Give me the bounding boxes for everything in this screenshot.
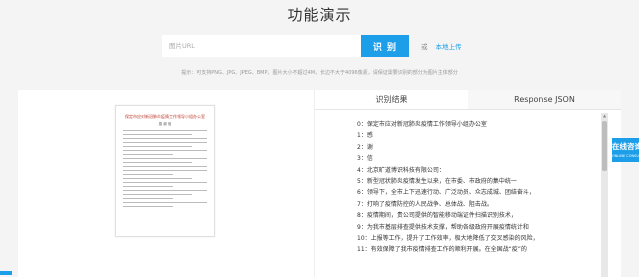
recognize-button[interactable]: 识 别 <box>361 35 409 57</box>
results-list: 0：保定市应对新冠肺炎疫情工作领导小组办公室 1：感 2：谢 3：信 4：北京旷… <box>315 111 621 277</box>
scroll-thumb[interactable] <box>602 121 607 171</box>
doc-text-line <box>123 206 174 207</box>
doc-text-line <box>123 130 207 131</box>
page-title: 功能演示 <box>287 6 352 24</box>
scroll-up-icon[interactable]: ▲ <box>601 113 608 119</box>
tab-response-json[interactable]: Response JSON <box>468 90 621 109</box>
corner-accent <box>0 271 12 275</box>
tab-recognition-result[interactable]: 识别结果 <box>315 90 468 109</box>
doc-text-line <box>123 158 207 159</box>
url-input[interactable] <box>162 35 361 57</box>
result-line: 5：新型冠状肺炎疫情发生以来，在市委、市政府的集中统一 <box>357 178 517 186</box>
consult-label: 在线咨询 <box>612 142 639 151</box>
online-consult-button[interactable]: 在线咨询 ONLINE CONSULTATION <box>612 138 639 162</box>
document-thumbnail: 保定市应对新冠肺炎疫情工作领导小组办公室 感 谢 信 <box>115 105 215 237</box>
result-line: 4：北京旷道博识科技有限公司： <box>357 166 445 174</box>
result-line: 6：领导下，全市上下迅速行动、广泛动员、众志成城、团结奋斗， <box>357 189 535 197</box>
result-line: 11：有效保障了我市疫情排查工作的顺利开展。在全国战“疫”的 <box>357 246 527 254</box>
doc-text-line <box>123 150 207 151</box>
search-row: 识 别 或 本地上传 <box>162 35 462 57</box>
doc-text-line <box>123 190 207 191</box>
image-preview: 保定市应对新冠肺炎疫情工作领导小组办公室 感 谢 信 <box>18 90 314 277</box>
doc-text-line <box>123 154 174 155</box>
doc-text-line <box>123 142 207 143</box>
doc-text-line <box>123 162 192 163</box>
results-scrollbar[interactable]: ▲ <box>601 113 608 277</box>
doc-text-line <box>123 202 207 203</box>
result-line: 3：信 <box>357 155 373 163</box>
doc-text-line <box>123 146 192 147</box>
or-label: 或 <box>421 43 428 51</box>
doc-text-line <box>123 174 174 175</box>
doc-text-line <box>123 170 207 171</box>
doc-text-line <box>123 198 174 199</box>
doc-text-line <box>123 178 192 179</box>
result-line: 2：谢 <box>357 143 373 151</box>
consult-sublabel: ONLINE CONSULTATION <box>612 154 639 158</box>
result-line: 10：上报等工作，提升了工作效率，极大地降低了交叉感染的风险， <box>357 235 539 243</box>
result-tabs: 识别结果 Response JSON <box>315 90 621 110</box>
result-line: 1：感 <box>357 132 373 140</box>
result-line: 8：疫情期间，贵公司提供的智能移动端证件扫描识别技术， <box>357 212 517 220</box>
doc-text-line <box>123 186 174 187</box>
doc-text-line <box>123 138 207 139</box>
local-upload-link[interactable]: 本地上传 <box>436 41 462 51</box>
result-line: 0：保定市应对新冠肺炎疫情工作领导小组办公室 <box>357 121 487 128</box>
doc-header: 保定市应对新冠肺炎疫情工作领导小组办公室 <box>125 114 205 119</box>
doc-text-line <box>123 134 192 135</box>
result-line: 9：为我市基层排查提供技术支撑，帮助各级政府开展疫情统计和 <box>357 223 529 231</box>
doc-text-line <box>123 182 207 183</box>
result-line: 7：打响了疫情防控的人民战争、总体战、阻击战。 <box>357 200 493 208</box>
doc-text-line <box>123 166 207 167</box>
result-panel: 保定市应对新冠肺炎疫情工作领导小组办公室 感 谢 信 识别结果 Response… <box>18 90 621 277</box>
doc-text-line <box>123 194 192 195</box>
doc-subheader: 感 谢 信 <box>158 122 172 126</box>
upload-hint: 提示：可支持PNG、JPG、JPEG、BMP，图片大小不超过4M，长边不大于40… <box>181 70 458 76</box>
